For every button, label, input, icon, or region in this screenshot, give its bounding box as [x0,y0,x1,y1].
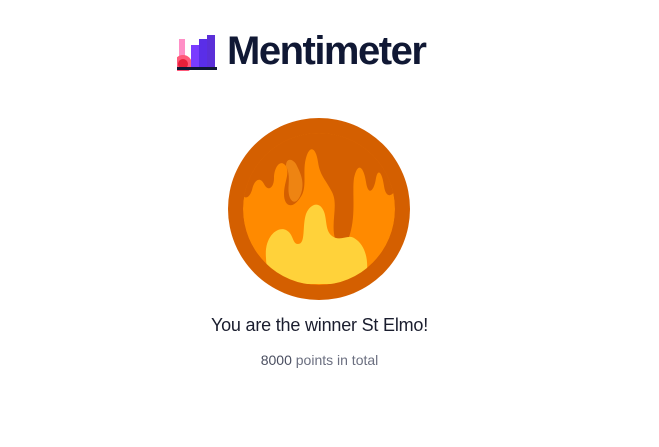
points-total: 8000 points in total [0,352,639,368]
winner-message: You are the winner St Elmo! [210,315,429,335]
points-suffix: points in total [291,352,379,368]
mentimeter-logo-icon [177,35,217,71]
winner-avatar [228,118,410,300]
fire-icon [228,118,410,300]
points-value: 8000 [260,352,292,368]
brand-name: Mentimeter [227,29,427,73]
mentimeter-logo: Mentimeter [177,29,427,73]
results-page: Mentimeter You are the winner St Elmo! 8… [0,0,659,447]
